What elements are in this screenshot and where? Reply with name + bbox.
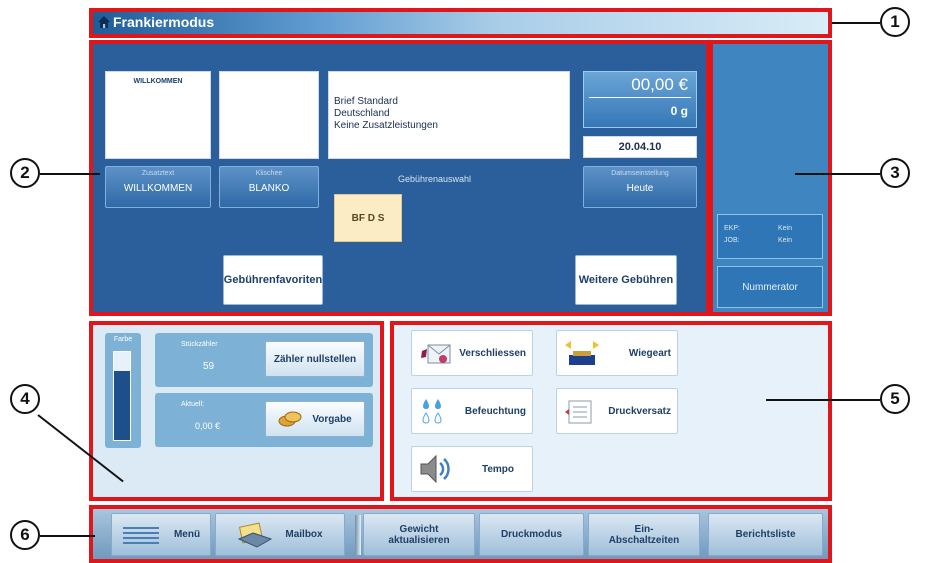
frame-main — [89, 40, 710, 316]
leader-line-6 — [40, 535, 95, 537]
callout-6: 6 — [10, 520, 40, 550]
callout-2: 2 — [10, 158, 40, 188]
callout-5: 5 — [880, 384, 910, 414]
frame-counters — [89, 321, 384, 501]
callout-1: 1 — [880, 7, 910, 37]
frame-functions — [390, 321, 832, 501]
leader-line-2 — [40, 173, 100, 175]
screenshot-stage: Frankiermodus WILLKOMMEN Brief Standard … — [0, 0, 926, 563]
leader-line-1 — [832, 22, 880, 24]
leader-line-3 — [795, 173, 880, 175]
frame-toolbar — [89, 505, 832, 563]
callout-4: 4 — [10, 384, 40, 414]
leader-line-5 — [766, 399, 880, 401]
frame-title — [89, 8, 832, 38]
frame-side — [709, 40, 832, 316]
callout-3: 3 — [880, 158, 910, 188]
